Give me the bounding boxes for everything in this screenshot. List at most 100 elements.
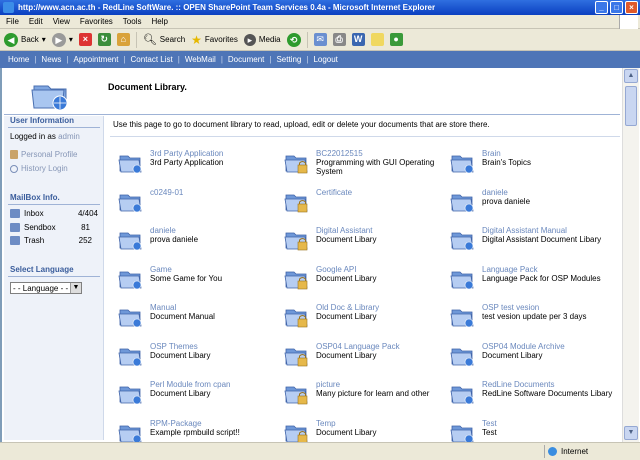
document-name-link[interactable]: Language Pack [482, 265, 538, 274]
personal-profile-link[interactable]: Personal Profile [10, 150, 77, 159]
document-item[interactable]: Language Pack Language Pack for OSP Modul… [450, 265, 620, 301]
document-item[interactable]: Digital Assistant Document Libary [284, 226, 454, 262]
maximize-button[interactable]: □ [610, 1, 623, 14]
document-item[interactable]: Digital Assistant Manual Digital Assistan… [450, 226, 620, 262]
document-name-link[interactable]: Digital Assistant [316, 226, 372, 235]
document-item[interactable]: Old Doc & Library Document Libary [284, 303, 454, 339]
document-name-link[interactable]: Manual [150, 303, 176, 312]
document-item[interactable]: BC22012515 Programming with GUI Operating… [284, 149, 454, 185]
nav-setting[interactable]: Setting [276, 51, 301, 68]
search-icon: 🔍︎ [142, 34, 157, 46]
username-link[interactable]: admin [58, 132, 80, 141]
document-description: Document Libary [316, 312, 377, 321]
nav-webmail[interactable]: WebMail [185, 51, 216, 68]
media-button[interactable]: ▸ Media [243, 31, 281, 49]
mailbox-trash[interactable]: Trash 252 [10, 236, 98, 245]
home-icon[interactable]: ⌂ [116, 33, 130, 46]
document-name-link[interactable]: OSP test vesion [482, 303, 539, 312]
menu-favorites[interactable]: Favorites [80, 15, 113, 28]
sendbox-label: Sendbox [24, 223, 56, 232]
minimize-button[interactable]: _ [595, 1, 608, 14]
nav-document[interactable]: Document [228, 51, 264, 68]
document-name-link[interactable]: daniele [482, 188, 508, 197]
document-item[interactable]: Game Some Game for You [118, 265, 288, 301]
refresh-icon[interactable]: ↻ [97, 33, 111, 46]
menu-edit[interactable]: Edit [29, 15, 43, 28]
document-name-link[interactable]: RPM-Package [150, 419, 202, 428]
document-name-link[interactable]: Digital Assistant Manual [482, 226, 567, 235]
close-button[interactable]: × [625, 1, 638, 14]
document-item[interactable]: RedLine Documents RedLine Software Docume… [450, 380, 620, 416]
nav-logout[interactable]: Logout [313, 51, 337, 68]
history-login-link[interactable]: History Login [10, 164, 68, 173]
forward-button[interactable]: ▶ ▾ [51, 31, 73, 49]
logged-in-label: Logged in as [10, 132, 56, 141]
document-name-link[interactable]: OSP Themes [150, 342, 198, 351]
locked-folder-icon [284, 348, 308, 366]
stop-icon[interactable]: × [78, 33, 92, 46]
document-name-link[interactable]: daniele [150, 226, 176, 235]
nav-contact-list[interactable]: Contact List [131, 51, 173, 68]
document-item[interactable]: Brain Brain's Topics [450, 149, 620, 185]
document-name-link[interactable]: Google API [316, 265, 356, 274]
scroll-up-icon[interactable]: ▲ [624, 69, 638, 83]
language-select[interactable]: - - Language - - ▼ [10, 282, 82, 294]
document-name-link[interactable]: Certificate [316, 188, 352, 197]
nav-divider: | [269, 55, 272, 64]
document-name-link[interactable]: OSP04 Module Archive [482, 342, 565, 351]
menu-view[interactable]: View [53, 15, 70, 28]
document-name-link[interactable]: Temp [316, 419, 336, 428]
mail-icon[interactable]: ✉ [313, 33, 327, 46]
document-name-link[interactable]: BC22012515 [316, 149, 363, 158]
vertical-scrollbar[interactable]: ▲ ▼ [622, 68, 639, 442]
document-name-link[interactable]: Test [482, 419, 497, 428]
search-button[interactable]: 🔍︎ Search [143, 31, 185, 49]
document-item[interactable]: picture Many picture for learn and other [284, 380, 454, 416]
document-name-link[interactable]: Game [150, 265, 172, 274]
description-divider [110, 136, 620, 137]
menu-help[interactable]: Help [151, 15, 167, 28]
history-icon [10, 164, 18, 173]
document-item[interactable]: Manual Document Manual [118, 303, 288, 339]
document-name-link[interactable]: Perl Module from cpan [150, 380, 230, 389]
document-item[interactable]: OSP04 Module Archive Document Libary [450, 342, 620, 378]
document-item[interactable]: daniele prova daniele [450, 188, 620, 224]
discuss-icon[interactable]: ● [389, 33, 403, 46]
document-name-link[interactable]: Brain [482, 149, 501, 158]
document-item[interactable]: daniele prova daniele [118, 226, 288, 262]
document-item[interactable]: Google API Document Libary [284, 265, 454, 301]
document-description: Example rpmbuild script!! [150, 427, 240, 437]
scroll-down-icon[interactable]: ▼ [624, 426, 638, 440]
document-item[interactable]: OSP Themes Document Libary [118, 342, 288, 378]
nav-news[interactable]: News [41, 51, 61, 68]
back-button[interactable]: ◀ Back ▾ [4, 31, 46, 49]
folder-icon [118, 386, 142, 405]
mailbox-sendbox[interactable]: Sendbox 81 [10, 223, 98, 232]
history-icon[interactable]: ⟲ [286, 32, 301, 47]
document-name-link[interactable]: picture [316, 380, 340, 389]
menu-tools[interactable]: Tools [123, 15, 142, 28]
scroll-thumb[interactable] [625, 86, 637, 126]
document-item[interactable]: Perl Module from cpan Document Libary [118, 380, 288, 416]
document-name-link[interactable]: RedLine Documents [482, 380, 554, 389]
messenger-icon[interactable] [370, 33, 384, 46]
document-name-link[interactable]: OSP04 Language Pack [316, 342, 400, 351]
document-item[interactable]: OSP04 Language Pack Document Libary [284, 342, 454, 378]
document-item[interactable]: c0249-01 [118, 188, 288, 224]
menu-file[interactable]: File [6, 15, 19, 28]
mailbox-inbox[interactable]: Inbox 4/404 [10, 209, 98, 218]
document-item[interactable]: 3rd Party Application 3rd Party Applicati… [118, 149, 288, 185]
nav-appointment[interactable]: Appointment [74, 51, 119, 68]
document-item[interactable]: OSP test vesion test vesion update per 3 … [450, 303, 620, 339]
document-name-link[interactable]: Old Doc & Library [316, 303, 379, 312]
nav-home[interactable]: Home [8, 51, 29, 68]
print-icon[interactable]: ⎙ [332, 33, 346, 46]
document-description: Programming with GUI Operating System [316, 158, 435, 176]
favorites-button[interactable]: ★ Favorites [191, 31, 238, 49]
document-item[interactable]: Certificate [284, 188, 454, 224]
toolbar-separator [135, 31, 137, 48]
document-name-link[interactable]: 3rd Party Application [150, 149, 223, 158]
word-icon[interactable]: W [351, 33, 365, 46]
globe-icon [548, 447, 557, 456]
document-name-link[interactable]: c0249-01 [150, 188, 183, 197]
